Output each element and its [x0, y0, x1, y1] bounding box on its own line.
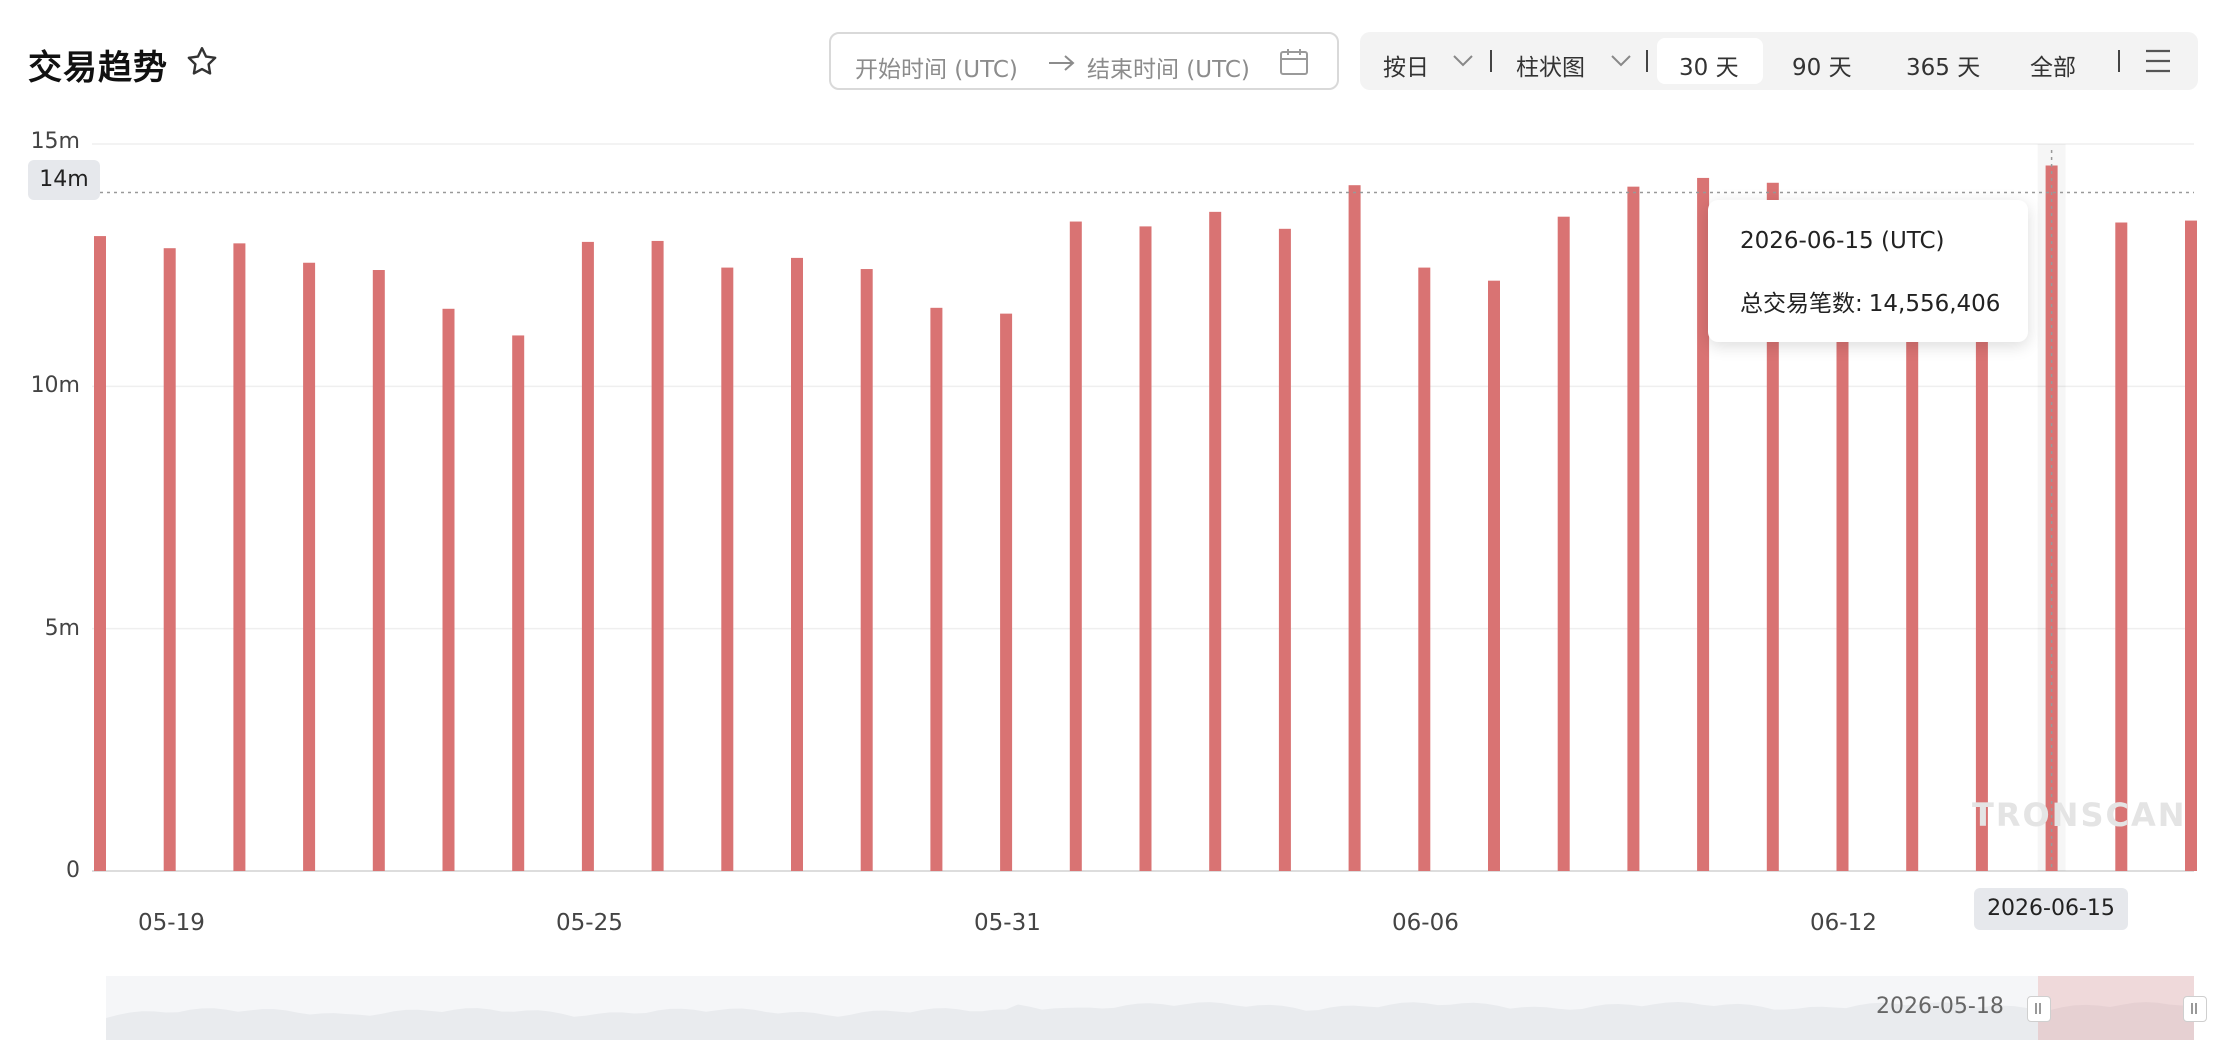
bar-05-31[interactable]: [1000, 313, 1013, 872]
bar-05-18[interactable]: [94, 236, 106, 871]
x-tick-label: 06-06: [1392, 910, 1459, 936]
tooltip-date: 2026-06-15 (UTC): [1740, 228, 1945, 254]
bar-06-08[interactable]: [1557, 216, 1570, 871]
bar-06-02[interactable]: [1139, 226, 1152, 872]
navigator-left-handle[interactable]: [2027, 996, 2051, 1022]
bar-06-04[interactable]: [1278, 228, 1291, 872]
crosshair-x-label: 2026-06-15: [1974, 888, 2128, 930]
x-tick-label: 05-19: [138, 910, 205, 936]
x-tick-label: 05-31: [974, 910, 1041, 936]
bar-05-26[interactable]: [651, 240, 664, 871]
bar-06-01[interactable]: [1069, 221, 1082, 872]
bar-chart: [92, 143, 2197, 872]
bar-05-29[interactable]: [860, 269, 873, 871]
tooltip-label: 总交易笔数:: [1740, 291, 1863, 317]
bar-05-21[interactable]: [303, 262, 316, 871]
bar-05-19[interactable]: [163, 248, 176, 871]
bar-06-17[interactable]: [2185, 220, 2197, 871]
bar-05-25[interactable]: [581, 241, 594, 872]
bar-06-16[interactable]: [2115, 222, 2128, 872]
navigator-selection[interactable]: [2038, 976, 2194, 1040]
y-tick-label: 10m: [30, 373, 80, 398]
x-tick-label: 06-12: [1810, 910, 1877, 936]
navigator-start-label: 2026-05-18: [1876, 994, 2004, 1019]
bar-06-09[interactable]: [1627, 186, 1640, 872]
tronscan-watermark: TRONSCAN: [1972, 796, 2187, 834]
y-tick-label: 5m: [44, 616, 80, 641]
bar-05-30[interactable]: [930, 307, 943, 871]
bar-05-27[interactable]: [721, 267, 734, 872]
navigator-right-handle[interactable]: [2183, 996, 2207, 1022]
bar-05-23[interactable]: [442, 308, 455, 872]
crosshair-y-label: 14m: [28, 160, 100, 200]
tooltip-value: 14,556,406: [1868, 291, 2001, 317]
bar-05-28[interactable]: [791, 257, 803, 871]
x-tick-label: 05-25: [556, 910, 623, 936]
bar-06-03[interactable]: [1209, 211, 1222, 871]
bar-06-06[interactable]: [1418, 267, 1431, 872]
y-tick-label: 15m: [30, 129, 80, 154]
bar-05-20[interactable]: [233, 243, 246, 871]
bar-05-24[interactable]: [512, 335, 525, 871]
y-tick-label: 0: [66, 858, 80, 883]
chart-tooltip: 2026-06-15 (UTC) 总交易笔数: 14,556,406: [1708, 200, 2028, 342]
tooltip-row: 总交易笔数: 14,556,406: [1740, 284, 2000, 318]
bar-05-22[interactable]: [372, 270, 385, 872]
bar-06-05[interactable]: [1348, 185, 1361, 872]
bar-06-07[interactable]: [1488, 280, 1500, 871]
